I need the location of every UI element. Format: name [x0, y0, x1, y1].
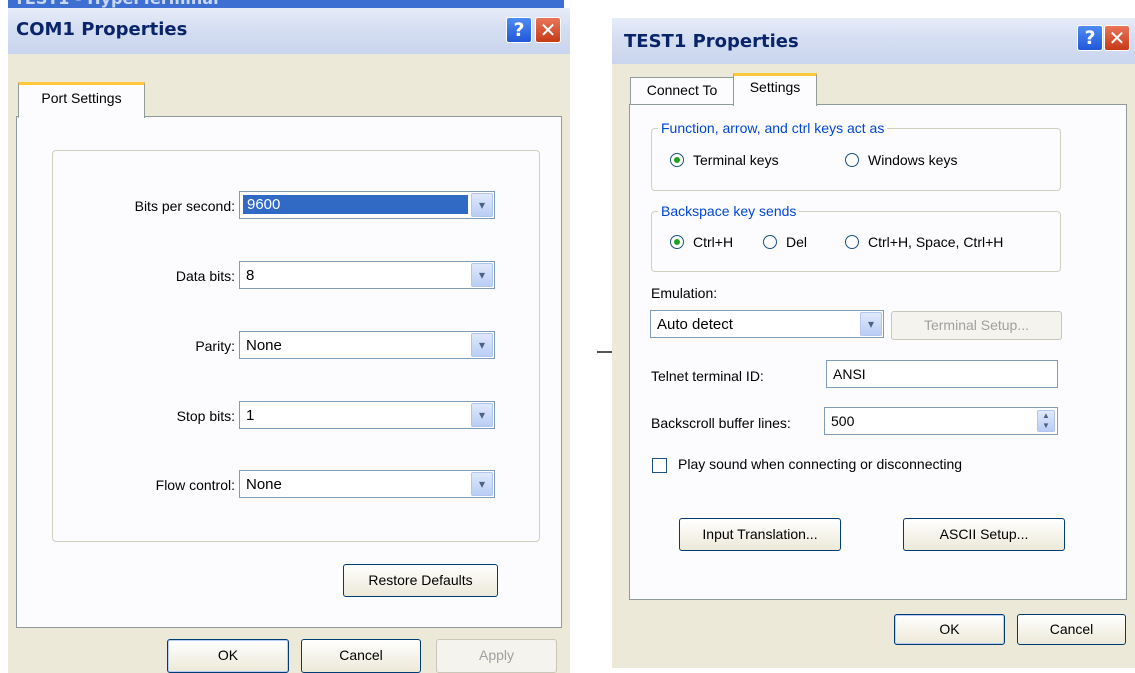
chevron-down-icon[interactable]: ▾: [471, 263, 493, 287]
port-settings-panel: Bits per second: 9600 ▾ Data bits: 8 ▾ P…: [16, 116, 562, 628]
ok-button[interactable]: OK: [167, 639, 289, 673]
background-window-title: TEST1 - HyperTerminal: [14, 0, 219, 8]
chevron-down-icon[interactable]: ▾: [471, 333, 493, 357]
test1-titlebar: TEST1 Properties ? ✕: [612, 18, 1135, 64]
backscroll-buffer-lines-stepper[interactable]: 500 ▲ ▼: [824, 407, 1058, 435]
settings-panel: Function, arrow, and ctrl keys act as Te…: [629, 104, 1127, 600]
backscroll-buffer-lines-label: Backscroll buffer lines:: [651, 415, 791, 431]
telnet-terminal-id-label: Telnet terminal ID:: [651, 368, 764, 384]
data-bits-label: Data bits:: [175, 268, 235, 284]
tab-port-settings[interactable]: Port Settings: [18, 82, 145, 118]
emulation-label: Emulation:: [651, 285, 718, 301]
backscroll-buffer-lines-value: 500: [831, 413, 855, 429]
parity-select[interactable]: None ▾: [239, 331, 495, 359]
cancel-button[interactable]: Cancel: [301, 639, 421, 673]
tab-port-settings-label: Port Settings: [41, 90, 122, 106]
bits-per-second-select[interactable]: 9600 ▾: [239, 191, 495, 219]
backspace-group-legend: Backspace key sends: [658, 203, 800, 219]
flow-control-select[interactable]: None ▾: [239, 470, 495, 498]
com1-title: COM1 Properties: [16, 19, 188, 40]
parity-value: None: [246, 337, 282, 354]
data-bits-select[interactable]: 8 ▾: [239, 261, 495, 289]
chevron-down-icon[interactable]: ▾: [860, 312, 882, 336]
tab-settings[interactable]: Settings: [733, 73, 817, 106]
ctrl-h-radio[interactable]: [670, 235, 684, 249]
cancel-button[interactable]: Cancel: [1017, 614, 1126, 645]
tab-connect-to-label: Connect To: [646, 82, 718, 98]
ctrl-h-space-ctrl-h-radio[interactable]: [845, 235, 859, 249]
stop-bits-select[interactable]: 1 ▾: [239, 401, 495, 429]
com1-titlebar: COM1 Properties ? ✕: [8, 8, 570, 54]
stop-bits-value: 1: [246, 407, 255, 424]
input-translation-button[interactable]: Input Translation...: [679, 518, 841, 551]
bits-per-second-label: Bits per second:: [134, 198, 235, 214]
terminal-setup-button[interactable]: Terminal Setup...: [891, 311, 1062, 340]
close-button[interactable]: ✕: [1104, 25, 1130, 51]
tab-connect-to[interactable]: Connect To: [630, 77, 734, 104]
help-button[interactable]: ?: [1077, 25, 1103, 51]
chevron-down-icon[interactable]: ▾: [471, 403, 493, 427]
play-sound-checkbox[interactable]: [652, 458, 667, 473]
flow-control-value: None: [246, 476, 282, 493]
del-radio[interactable]: [763, 235, 777, 249]
windows-keys-radio[interactable]: [845, 153, 859, 167]
radio-selected-dot: [674, 239, 680, 245]
chevron-down-icon[interactable]: ▾: [471, 193, 493, 217]
data-bits-value: 8: [246, 267, 255, 284]
bits-per-second-value: 9600: [243, 195, 468, 214]
emulation-select[interactable]: Auto detect ▾: [650, 310, 884, 338]
spin-arrows-icon[interactable]: ▲ ▼: [1037, 410, 1055, 432]
terminal-keys-label[interactable]: Terminal keys: [693, 152, 779, 168]
chevron-down-icon[interactable]: ▾: [471, 472, 493, 496]
ascii-setup-button[interactable]: ASCII Setup...: [903, 518, 1065, 551]
help-button[interactable]: ?: [506, 17, 532, 43]
close-button[interactable]: ✕: [535, 17, 561, 43]
emulation-value: Auto detect: [657, 316, 733, 333]
parity-label: Parity:: [195, 338, 235, 354]
windows-keys-label[interactable]: Windows keys: [868, 152, 957, 168]
keys-group-legend: Function, arrow, and ctrl keys act as: [658, 120, 888, 136]
spin-down-icon[interactable]: ▼: [1038, 421, 1054, 431]
apply-button[interactable]: Apply: [436, 639, 557, 673]
telnet-terminal-id-value: ANSI: [833, 366, 866, 382]
ok-button[interactable]: OK: [894, 614, 1005, 645]
radio-selected-dot: [674, 157, 680, 163]
flow-control-label: Flow control:: [155, 477, 235, 493]
stop-bits-label: Stop bits:: [176, 408, 235, 424]
play-sound-label[interactable]: Play sound when connecting or disconnect…: [678, 456, 962, 472]
terminal-keys-radio[interactable]: [670, 153, 684, 167]
telnet-terminal-id-field[interactable]: ANSI: [826, 360, 1058, 388]
spin-up-icon[interactable]: ▲: [1038, 411, 1054, 421]
test1-properties-dialog: TEST1 Properties ? ✕ Connect To Settings…: [612, 18, 1135, 668]
ctrl-h-label[interactable]: Ctrl+H: [693, 234, 733, 250]
del-label[interactable]: Del: [786, 234, 807, 250]
tab-settings-label: Settings: [749, 79, 801, 95]
ctrl-h-space-ctrl-h-label[interactable]: Ctrl+H, Space, Ctrl+H: [868, 234, 1003, 250]
com1-properties-dialog: COM1 Properties ? ✕ Port Settings Bits p…: [8, 8, 570, 673]
restore-defaults-button[interactable]: Restore Defaults: [343, 564, 498, 597]
test1-title: TEST1 Properties: [624, 31, 799, 52]
